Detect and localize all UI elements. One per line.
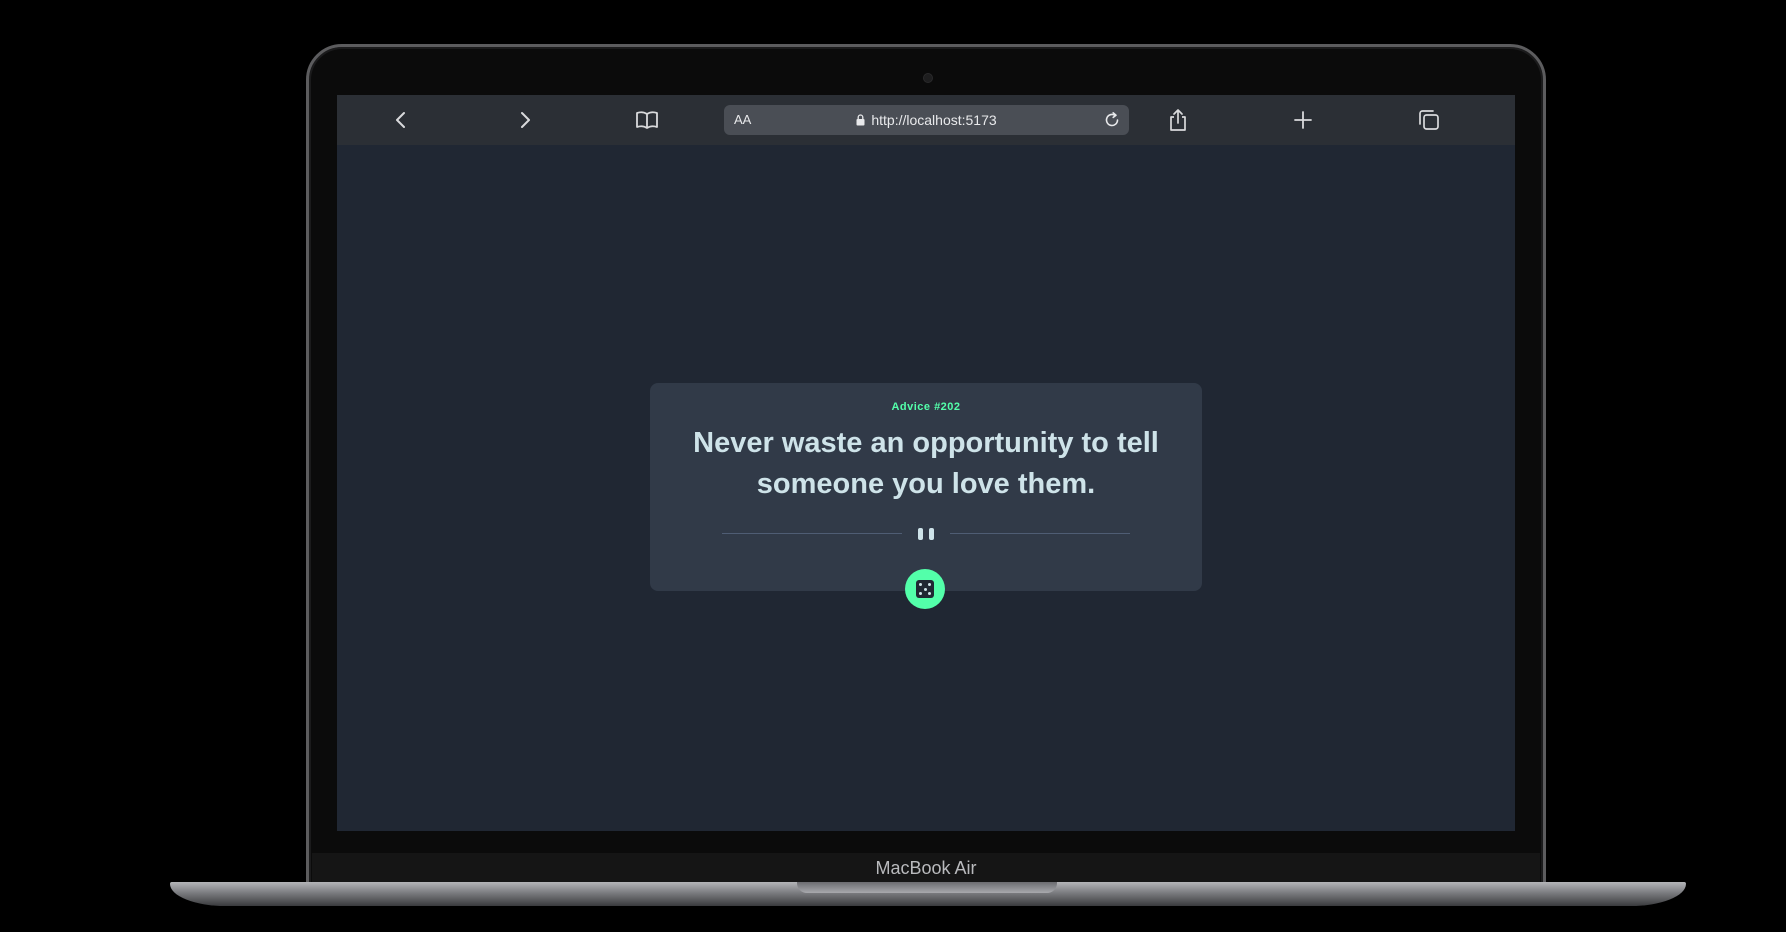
forward-icon[interactable] [513,108,537,132]
back-icon[interactable] [389,108,413,132]
address-bar[interactable]: AA http://localhost:5173 [724,105,1129,135]
url-display[interactable]: http://localhost:5173 [724,112,1129,129]
browser-window: AA http://localhost:5173 Advice #202 Nev… [337,95,1515,831]
reload-icon[interactable] [1100,108,1124,132]
new-tab-icon[interactable] [1291,108,1315,132]
advice-card: Advice #202 Never waste an opportunity t… [650,383,1202,591]
dice-icon [916,580,934,598]
camera-icon [923,73,933,83]
bookmarks-icon[interactable] [635,108,659,132]
advice-number: Advice #202 [891,401,961,413]
share-icon[interactable] [1166,108,1190,132]
laptop-opening-notch [797,882,1057,893]
advice-quote: Never waste an opportunity to tell someo… [693,427,1159,500]
browser-toolbar: AA http://localhost:5173 [337,95,1515,145]
pause-icon [916,528,936,540]
tabs-overview-icon[interactable] [1417,108,1441,132]
laptop-bottom-bezel: MacBook Air [312,853,1540,882]
model-label: MacBook Air [875,858,977,878]
generate-advice-button[interactable] [905,569,945,609]
divider-line-left [722,533,902,534]
pattern-divider [722,528,1130,540]
divider-line-right [950,533,1130,534]
lock-icon [856,113,865,129]
url-text: http://localhost:5173 [871,112,997,128]
